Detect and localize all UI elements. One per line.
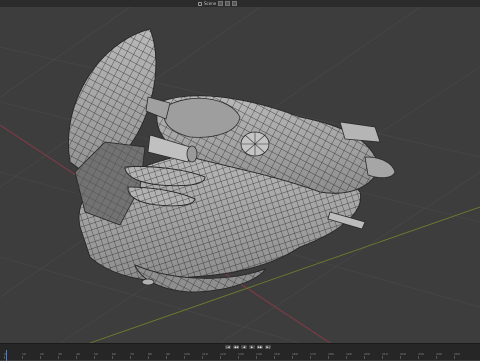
3d-viewport[interactable] (0, 7, 480, 343)
frame-tick: 80 (148, 352, 152, 359)
playback-controls: |◀ ◀◀ ◀ ▶ ▶▶ ▶| (225, 345, 271, 349)
filter-icon[interactable] (232, 1, 238, 6)
frame-tick: 30 (58, 352, 62, 359)
jump-end-button[interactable]: ▶| (265, 345, 271, 349)
frame-ruler[interactable]: 0 10 20 30 40 50 60 70 80 90 100 110 120… (0, 352, 480, 360)
scene-name: Scene (204, 1, 217, 6)
frame-tick: 130 (238, 352, 244, 359)
playhead[interactable] (6, 350, 7, 361)
frame-tick: 110 (202, 352, 208, 359)
frame-tick: 90 (166, 352, 170, 359)
frame-tick: 200 (364, 352, 370, 359)
frame-tick: 240 (436, 352, 442, 359)
header-bar: Scene (0, 0, 480, 7)
frame-tick: 180 (328, 352, 334, 359)
frame-tick: 70 (130, 352, 134, 359)
frame-tick: 60 (112, 352, 116, 359)
helmet-mesh[interactable] (68, 28, 396, 293)
frame-tick: 100 (184, 352, 190, 359)
viewport-canvas[interactable] (0, 7, 480, 343)
jump-start-button[interactable]: |◀ (225, 345, 231, 349)
frame-tick: 10 (22, 352, 26, 359)
scene-selector[interactable]: Scene (198, 0, 238, 7)
frame-tick: 170 (310, 352, 316, 359)
play-reverse-button[interactable]: ◀ (241, 345, 247, 349)
frame-tick: 20 (40, 352, 44, 359)
frame-tick: 190 (346, 352, 352, 359)
pin-icon[interactable] (218, 1, 224, 6)
scene-icon (198, 1, 202, 6)
frame-tick: 210 (382, 352, 388, 359)
frame-tick: 120 (220, 352, 226, 359)
frame-tick: 230 (418, 352, 424, 359)
play-button[interactable]: ▶ (249, 345, 255, 349)
prev-keyframe-button[interactable]: ◀◀ (233, 345, 239, 349)
frame-tick: 160 (292, 352, 298, 359)
timeline-panel[interactable]: |◀ ◀◀ ◀ ▶ ▶▶ ▶| 0 10 20 30 40 50 60 70 8… (0, 343, 480, 361)
next-keyframe-button[interactable]: ▶▶ (257, 345, 263, 349)
frame-tick: 250 (454, 352, 460, 359)
frame-tick: 220 (400, 352, 406, 359)
frame-tick: 150 (274, 352, 280, 359)
frame-tick: 50 (94, 352, 98, 359)
frame-tick: 140 (256, 352, 262, 359)
frame-tick: 40 (76, 352, 80, 359)
view-layer-icon[interactable] (225, 1, 231, 6)
